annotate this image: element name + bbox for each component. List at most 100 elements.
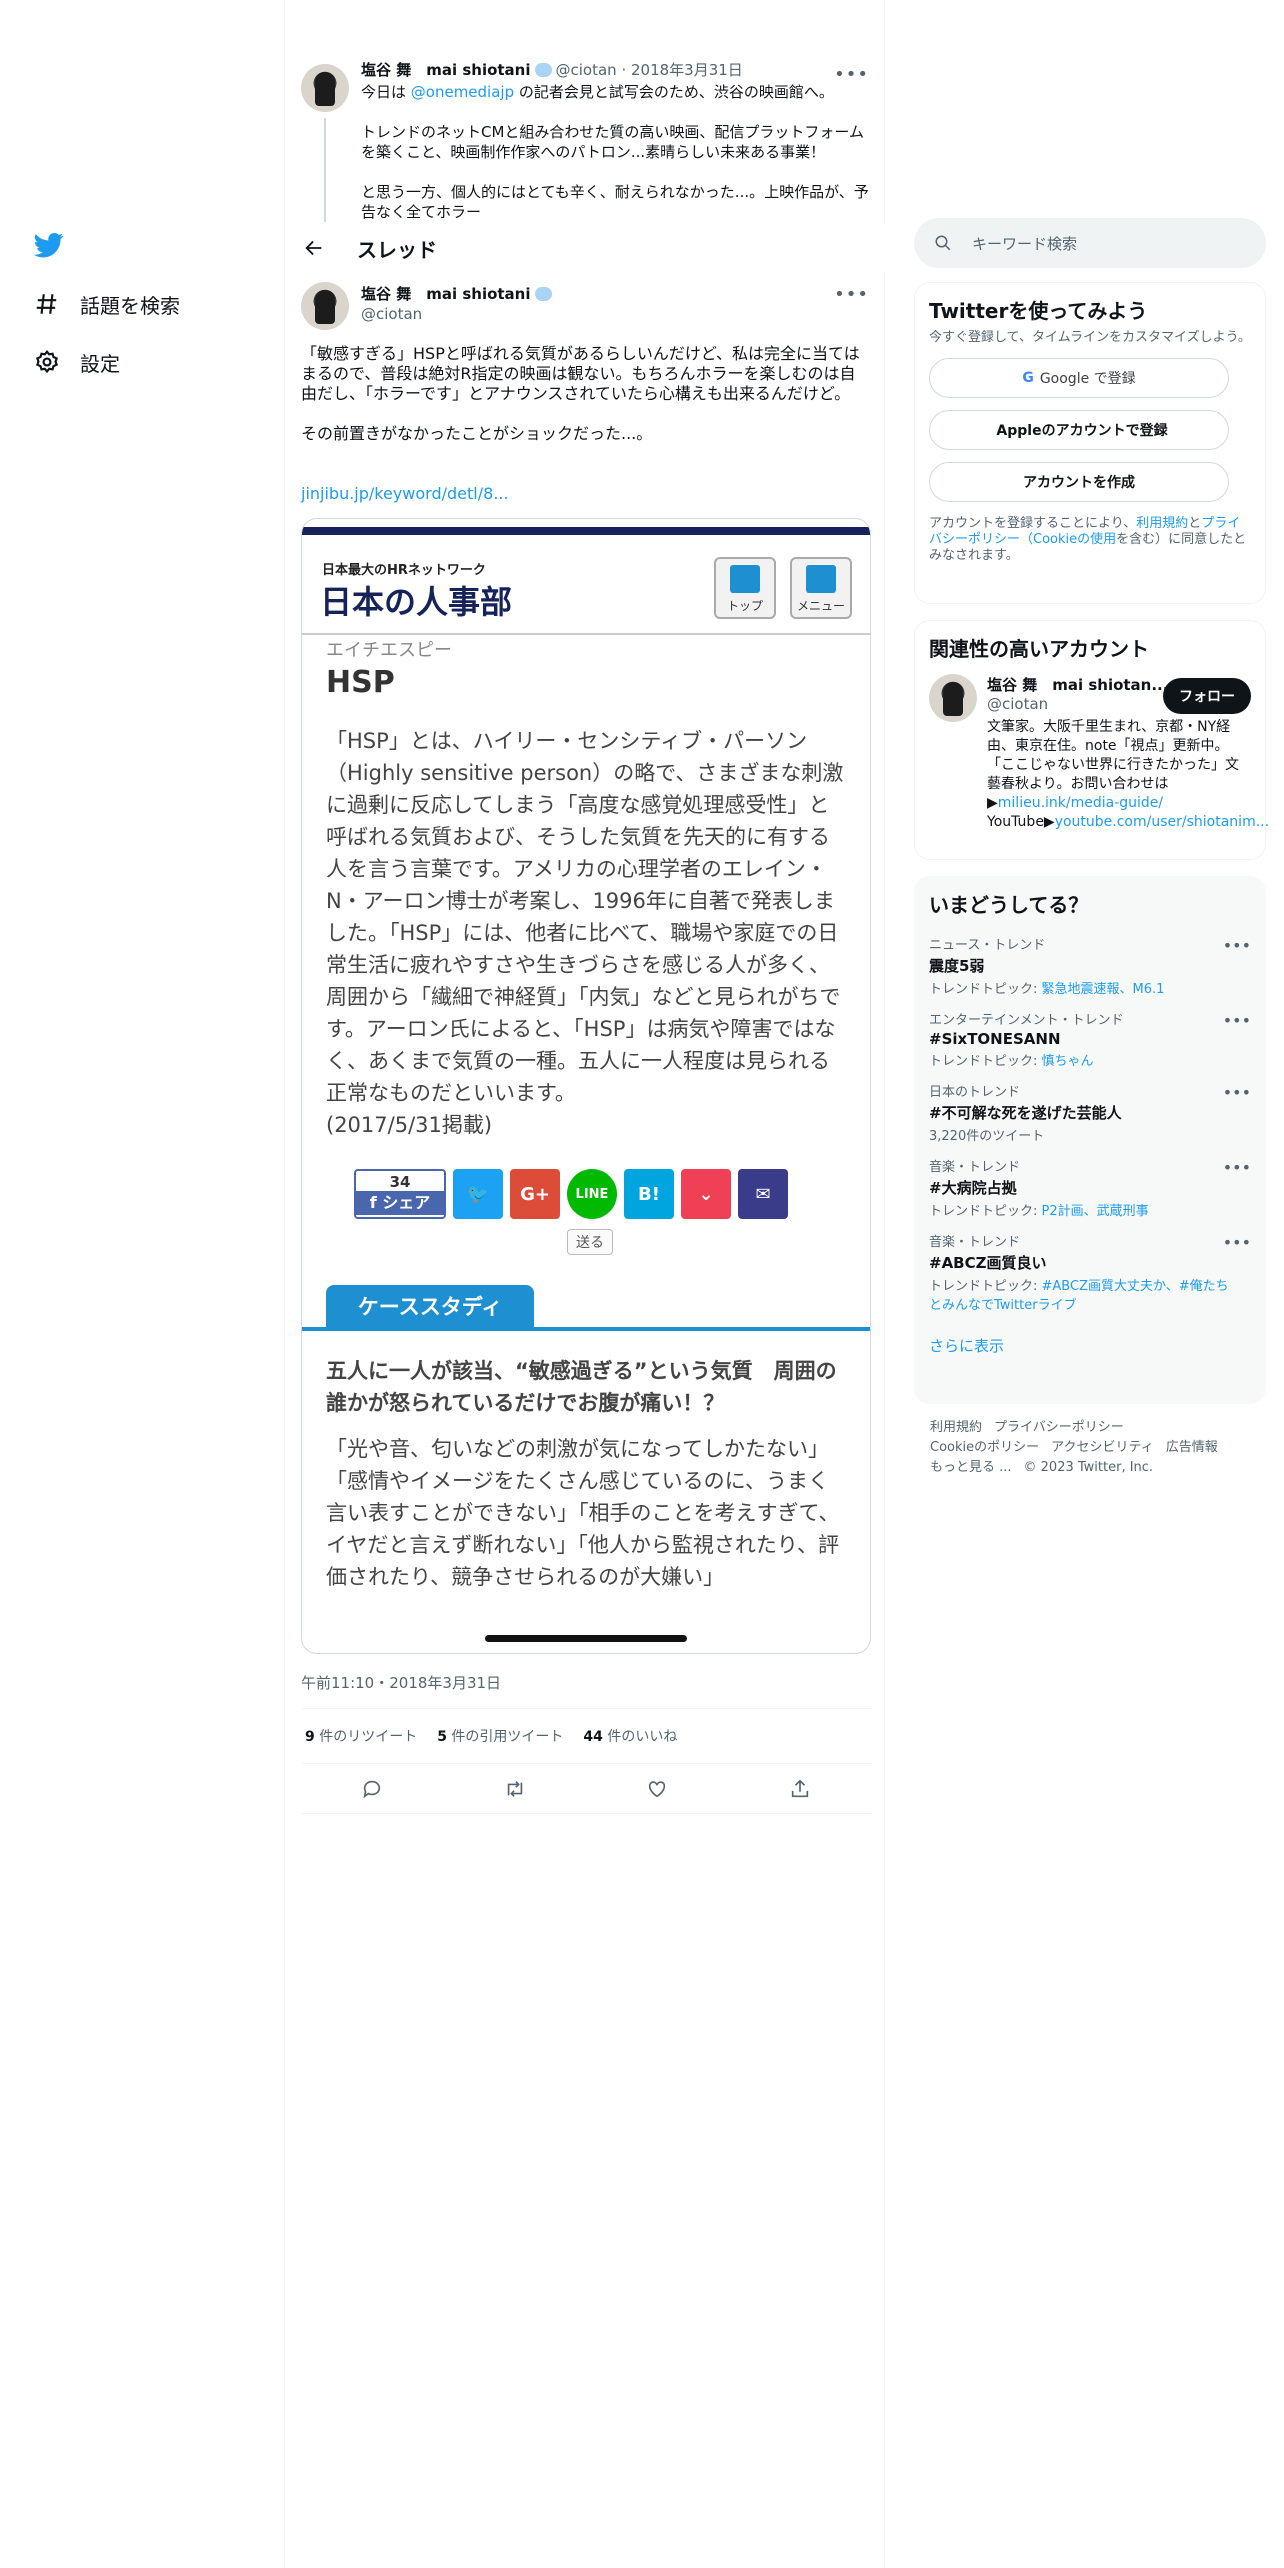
tweet-text-2: トレンドのネットCMと組み合わせた質の高い映画、配信プラットフォームを築くこと、… bbox=[361, 123, 864, 161]
google-icon: G bbox=[1022, 370, 1034, 386]
tweet-paragraph: その前置きがなかったことがショックだった...。 bbox=[301, 424, 653, 443]
like-icon[interactable] bbox=[646, 1778, 668, 1800]
main-column: 塩谷 舞 mai shiotani @ciotan · 2018年3月31日 ••… bbox=[284, 0, 885, 2568]
gear-icon bbox=[36, 350, 58, 374]
show-more-link[interactable]: さらに表示 bbox=[929, 1335, 1251, 1356]
trend-item[interactable]: 日本のトレンド #不可解な死を遂げた芸能人 3,220件のツイート ••• bbox=[929, 1071, 1251, 1146]
author-name[interactable]: 塩谷 舞 mai shiotani bbox=[361, 285, 531, 303]
like-count[interactable]: 44 件のいいね bbox=[583, 1726, 677, 1746]
signup-subtitle: 今すぐ登録して、タイムラインをカスタマイズしよう。 bbox=[929, 330, 1251, 345]
tweet-text: 「敏感すぎる」HSPと呼ばれる気質があるらしいんだけど、私は完全に当てはまるので… bbox=[301, 344, 871, 464]
footer-accessibility[interactable]: アクセシビリティ bbox=[1051, 1440, 1154, 1455]
divider bbox=[302, 1327, 870, 1331]
term-title: HSP bbox=[326, 665, 395, 700]
previous-tweet[interactable]: 塩谷 舞 mai shiotani @ciotan · 2018年3月31日 ••… bbox=[301, 60, 871, 222]
author-handle[interactable]: @ciotan bbox=[556, 61, 617, 79]
menu-icon bbox=[806, 565, 836, 593]
footer-cookie[interactable]: Cookieのポリシー bbox=[930, 1440, 1039, 1455]
signup-title: Twitterを使ってみよう bbox=[929, 299, 1148, 323]
account-bio: 文筆家。大阪千里生まれ、京都・NY経由、東京在住。note「視点」更新中。「ここ… bbox=[987, 719, 1270, 830]
copyright: © 2023 Twitter, Inc. bbox=[1023, 1460, 1154, 1475]
account-cell[interactable]: 塩谷 舞 mai shiotan... @ciotan フォロー 文筆家。大阪千… bbox=[929, 674, 1270, 834]
follow-button[interactable]: フォロー bbox=[1163, 678, 1251, 714]
tweet-text-1: 今日は @onemediajp の記者会見と試写会のため、渋谷の映画館へ。 bbox=[361, 83, 834, 101]
more-icon[interactable]: ••• bbox=[834, 284, 869, 305]
apple-signup-button[interactable]: Appleのアカウントで登録 bbox=[929, 410, 1229, 450]
thread-line bbox=[324, 118, 326, 222]
pocket-icon: ⌄ bbox=[681, 1169, 731, 1219]
footer-more[interactable]: もっと見る ... bbox=[930, 1460, 1012, 1475]
avatar[interactable] bbox=[301, 282, 349, 330]
case-study-title: 五人に一人が該当、“敏感過ぎる”という気質 周囲の誰かが怒られているだけでお腹が… bbox=[326, 1359, 837, 1415]
footer-privacy[interactable]: プライバシーポリシー bbox=[994, 1420, 1124, 1435]
tweet-paragraph: 「敏感すぎる」HSPと呼ばれる気質があるらしいんだけど、私は完全に当てはまるので… bbox=[301, 344, 860, 403]
retweet-icon[interactable] bbox=[504, 1778, 526, 1800]
trend-item[interactable]: ニュース・トレンド 震度5弱 トレンドトピック: 緊急地震速報、M6.1 ••• bbox=[929, 924, 1251, 999]
twitter-logo-icon[interactable] bbox=[34, 230, 64, 260]
site-name: 日本の人事部 bbox=[320, 583, 513, 621]
author-name[interactable]: 塩谷 舞 mai shiotani bbox=[361, 61, 531, 79]
tweet-stats: 9 件のリツイート 5 件の引用ツイート 44 件のいいね bbox=[301, 1708, 871, 1764]
left-nav: 話題を検索 設定 bbox=[0, 0, 284, 2568]
verified-badge-icon bbox=[534, 287, 552, 301]
share-buttons: 34 f シェア 🐦 G+ LINE B! ⌄ ✉ bbox=[354, 1169, 788, 1219]
more-icon[interactable]: ••• bbox=[1223, 936, 1251, 955]
tweet-actions bbox=[301, 1764, 871, 1814]
avatar[interactable] bbox=[301, 64, 349, 112]
quote-count[interactable]: 5 件の引用ツイート bbox=[437, 1726, 563, 1746]
card-site-header: 日本最大のHRネットワーク 日本の人事部 トップ メニュー bbox=[302, 535, 870, 635]
author-handle[interactable]: @ciotan bbox=[361, 304, 556, 324]
bio-link[interactable]: youtube.com/user/shiotanim... bbox=[1055, 814, 1269, 830]
bio-link[interactable]: milieu.ink/media-guide/ bbox=[998, 795, 1163, 811]
trend-item[interactable]: 音楽・トレンド #大病院占拠 トレンドトピック: P2計画、武蔵刑事 ••• bbox=[929, 1146, 1251, 1221]
signup-terms: アカウントを登録することにより、利用規約とプライバシーポリシー（Cookieの使… bbox=[929, 516, 1247, 563]
card-top-bar bbox=[302, 527, 870, 535]
trends-box: いまどうしてる？ ニュース・トレンド 震度5弱 トレンドトピック: 緊急地震速報、M… bbox=[914, 876, 1266, 1404]
tweet-date[interactable]: 2018年3月31日 bbox=[631, 61, 743, 79]
nav-explore-label: 話題を検索 bbox=[80, 293, 180, 318]
verified-badge-icon bbox=[534, 63, 552, 77]
footer-ads[interactable]: 広告情報 bbox=[1166, 1440, 1218, 1455]
nav-settings-label: 設定 bbox=[80, 351, 120, 376]
account-handle[interactable]: @ciotan bbox=[987, 695, 1168, 713]
tweet-link[interactable]: jinjibu.jp/keyword/detl/8... bbox=[301, 484, 509, 503]
more-icon[interactable]: ••• bbox=[1223, 1158, 1251, 1177]
footer-terms[interactable]: 利用規約 bbox=[930, 1420, 982, 1435]
mention-link[interactable]: @onemediajp bbox=[411, 83, 514, 101]
case-study-tab: ケーススタディ bbox=[326, 1285, 534, 1329]
search-icon bbox=[935, 235, 951, 251]
more-icon[interactable]: ••• bbox=[834, 64, 869, 85]
search-box[interactable]: キーワード検索 bbox=[914, 218, 1266, 268]
hashtag-icon bbox=[36, 294, 57, 314]
trend-item[interactable]: 音楽・トレンド #ABCZ画質良い トレンドトピック: #ABCZ画質大丈夫か、#俺… bbox=[929, 1221, 1251, 1315]
nav-settings[interactable]: 設定 bbox=[34, 342, 120, 382]
related-accounts: 関連性の高いアカウント 塩谷 舞 mai shiotan... @ciotan … bbox=[914, 620, 1270, 860]
reply-icon[interactable] bbox=[361, 1778, 383, 1800]
create-account-button[interactable]: アカウントを作成 bbox=[929, 462, 1229, 502]
hatena-icon: B! bbox=[624, 1169, 674, 1219]
thread-header: スレッド bbox=[285, 222, 885, 274]
avatar[interactable] bbox=[929, 674, 977, 722]
google-signup-button[interactable]: G Google で登録 bbox=[929, 358, 1229, 398]
tweet-timestamp[interactable]: 午前11:10・2018年3月31日 bbox=[301, 1672, 501, 1693]
case-study-quotes: 「光や音、匂いなどの刺激が気になってしかたない」「感情やイメージをたくさん感じて… bbox=[326, 1437, 840, 1589]
footer-links: 利用規約 プライバシーポリシー Cookieのポリシー アクセシビリティ 広告情報 も… bbox=[930, 1418, 1250, 1478]
scroll-indicator bbox=[485, 1635, 687, 1642]
share-icon[interactable] bbox=[789, 1778, 811, 1800]
more-icon[interactable]: ••• bbox=[1223, 1233, 1251, 1252]
terms-link[interactable]: 利用規約 bbox=[1136, 516, 1188, 531]
retweet-count[interactable]: 9 件のリツイート bbox=[305, 1726, 417, 1746]
link-preview-card[interactable]: 日本最大のHRネットワーク 日本の人事部 トップ メニュー エイチエスピー HS… bbox=[301, 518, 871, 1654]
more-icon[interactable]: ••• bbox=[1223, 1011, 1251, 1030]
site-subtitle: 日本最大のHRネットワーク bbox=[322, 563, 486, 578]
account-name[interactable]: 塩谷 舞 mai shiotan... bbox=[987, 674, 1168, 695]
tweet-text-3: と思う一方、個人的にはとても辛く、耐えられなかった...。上映作品が、予告なく全… bbox=[361, 183, 869, 221]
nav-explore[interactable]: 話題を検索 bbox=[34, 284, 180, 324]
trend-item[interactable]: エンターテインメント・トレンド #SixTONESANN トレンドトピック: 慎ちゃ… bbox=[929, 999, 1251, 1071]
home-button: トップ bbox=[714, 557, 776, 619]
term-reading: エイチエスピー bbox=[326, 640, 452, 661]
search-input[interactable]: キーワード検索 bbox=[972, 233, 1077, 254]
more-icon[interactable]: ••• bbox=[1223, 1083, 1251, 1102]
back-arrow-icon[interactable] bbox=[303, 237, 325, 259]
line-icon: LINE bbox=[567, 1169, 617, 1219]
